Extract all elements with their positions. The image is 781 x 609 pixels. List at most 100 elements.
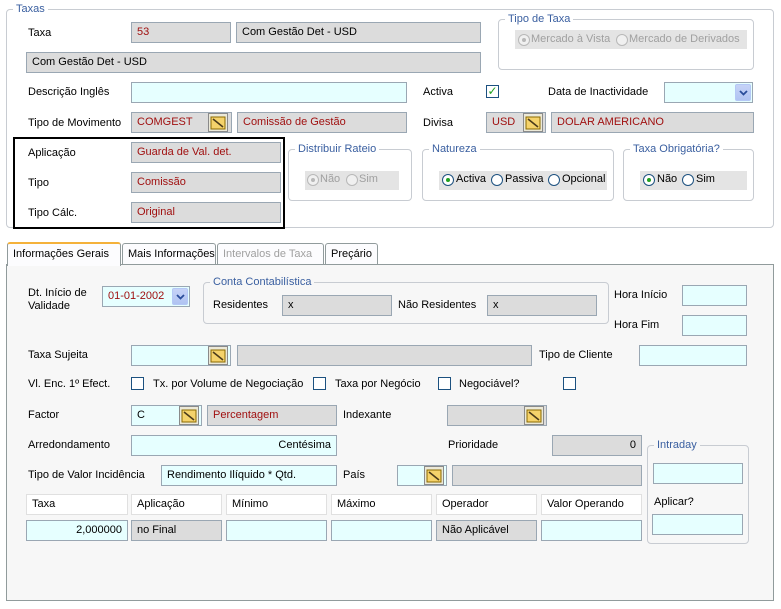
tab-precario[interactable]: Preçário <box>325 243 378 265</box>
divisa-desc-field[interactable]: DOLAR AMERICANO <box>551 112 754 133</box>
indexante-label: Indexante <box>343 409 392 421</box>
pais-lookup-button[interactable] <box>424 466 444 485</box>
hora-fim-label: Hora Fim <box>614 319 660 331</box>
arredondamento-label: Arredondamento <box>28 439 110 451</box>
natureza-passiva-label: Passiva <box>505 173 544 185</box>
grid-taxa-field[interactable]: 2,000000 <box>26 520 128 541</box>
tipo-taxa-mercado-derivados-label: Mercado de Derivados <box>629 33 740 45</box>
natureza-activa-label: Activa <box>456 173 486 185</box>
tab-informacoes-gerais[interactable]: Informações Gerais <box>7 242 121 266</box>
lookup-icon <box>426 469 442 482</box>
grid-header-maximo: Máximo <box>331 494 432 515</box>
divisa-lookup-button[interactable] <box>523 113 543 132</box>
taxa-description-field[interactable]: Com Gestão Det - USD <box>26 52 481 73</box>
distribuir-rateio-nao-radio[interactable] <box>307 174 319 186</box>
distribuir-rateio-sim-label: Sim <box>359 173 378 185</box>
pais-desc-field[interactable] <box>452 465 642 486</box>
indexante-lookup-button[interactable] <box>524 406 544 425</box>
natureza-passiva-radio[interactable] <box>491 174 503 186</box>
tipo-taxa-mercado-derivados-radio[interactable] <box>616 34 628 46</box>
residentes-field[interactable]: x <box>282 295 392 316</box>
grid-minimo-field[interactable] <box>226 520 327 541</box>
tipo-field[interactable]: Comissão <box>131 172 281 193</box>
aplicar-label: Aplicar? <box>654 496 694 508</box>
nao-residentes-field[interactable]: x <box>487 295 597 316</box>
grid-header-minimo: Mínimo <box>226 494 327 515</box>
taxa-sujeita-lookup-button[interactable] <box>208 346 228 365</box>
factor-lookup-button[interactable] <box>179 406 199 425</box>
tipo-cliente-label: Tipo de Cliente <box>539 349 613 361</box>
conta-contabilistica-legend: Conta Contabilística <box>213 276 312 288</box>
hora-inicio-label: Hora Início <box>614 289 668 301</box>
tipo-label: Tipo <box>28 177 49 189</box>
hora-inicio-field[interactable] <box>682 285 747 306</box>
natureza-opcional-label: Opcional <box>562 173 606 185</box>
taxa-sujeita-desc-field[interactable] <box>237 345 532 366</box>
intraday-legend: Intraday <box>657 439 697 451</box>
tipo-taxa-legend: Tipo de Taxa <box>508 13 571 25</box>
factor-desc-field[interactable]: Percentagem <box>207 405 337 426</box>
taxa-obrigatoria-nao-label: Não <box>657 173 678 185</box>
tipo-valor-incidencia-field[interactable]: Rendimento Ilíquido * Qtd. <box>161 465 337 486</box>
aplicar-field[interactable] <box>652 514 743 535</box>
negociavel-checkbox[interactable] <box>563 377 576 390</box>
factor-label: Factor <box>28 409 60 421</box>
taxa-obrigatoria-nao-radio[interactable] <box>643 174 655 186</box>
nao-residentes-label: Não Residentes <box>398 299 477 311</box>
hora-fim-field[interactable] <box>682 315 747 336</box>
tipo-movimento-desc-field[interactable]: Comissão de Gestão <box>237 112 407 133</box>
tipo-cliente-field[interactable] <box>639 345 747 366</box>
tipo-taxa-mercado-vista-label: Mercado à Vista <box>531 33 611 45</box>
taxa-sujeita-label: Taxa Sujeita <box>28 349 88 361</box>
lookup-icon <box>525 116 541 129</box>
taxa-negocio-checkbox[interactable] <box>438 377 451 390</box>
dt-inicio-dropdown-button[interactable] <box>172 288 188 305</box>
taxas-legend: Taxas <box>16 3 45 15</box>
grid-aplicacao-field[interactable]: no Final <box>131 520 222 541</box>
grid-header-operador: Operador <box>436 494 537 515</box>
distribuir-rateio-sim-radio[interactable] <box>346 174 358 186</box>
lookup-icon <box>526 409 542 422</box>
residentes-label: Residentes <box>213 299 269 311</box>
tab-intervalos-de-taxa[interactable]: Intervalos de Taxa <box>217 243 324 265</box>
distribuir-rateio-nao-label: Não <box>320 173 341 185</box>
grid-maximo-field[interactable] <box>331 520 432 541</box>
data-inactividade-dropdown-button[interactable] <box>735 84 751 101</box>
arredondamento-field[interactable]: Centésima <box>131 435 337 456</box>
tipo-movimento-label: Tipo de Movimento <box>28 117 122 129</box>
taxa-label: Taxa <box>28 27 52 39</box>
grid-valor-operando-field[interactable] <box>541 520 642 541</box>
grid-header-aplicacao: Aplicação <box>131 494 222 515</box>
tipo-movimento-lookup-button[interactable] <box>208 113 228 132</box>
tx-volume-checkbox[interactable] <box>313 377 326 390</box>
intraday-field[interactable] <box>653 463 743 484</box>
natureza-activa-radio[interactable] <box>442 174 454 186</box>
lookup-icon <box>181 409 197 422</box>
vl-enc-label: Vl. Enc. 1º Efect. <box>28 378 111 390</box>
chevron-down-icon <box>175 293 185 300</box>
distribuir-rateio-legend: Distribuir Rateio <box>298 143 377 155</box>
prioridade-label: Prioridade <box>448 439 499 451</box>
taxa-code-field[interactable]: 53 <box>131 22 231 43</box>
grid-operador-field[interactable]: Não Aplicável <box>436 520 537 541</box>
taxa-obrigatoria-sim-label: Sim <box>696 173 715 185</box>
taxa-negocio-label: Taxa por Negócio <box>335 378 421 390</box>
tab-mais-informacoes[interactable]: Mais Informações <box>122 243 216 265</box>
tipo-calc-label: Tipo Cálc. <box>28 207 78 219</box>
dt-inicio-label: Dt. Início de Validade <box>28 287 87 312</box>
taxa-obrigatoria-sim-radio[interactable] <box>682 174 694 186</box>
descricao-ingles-label: Descrição Inglês <box>28 86 110 98</box>
lookup-icon <box>210 349 226 362</box>
activa-checkbox[interactable]: ✓ <box>486 85 499 98</box>
grid-header-taxa: Taxa <box>26 494 128 515</box>
taxa-name-field[interactable]: Com Gestão Det - USD <box>236 22 481 43</box>
descricao-ingles-field[interactable] <box>131 82 407 103</box>
tipo-calc-field[interactable]: Original <box>131 202 281 223</box>
prioridade-field[interactable]: 0 <box>552 435 642 456</box>
chevron-down-icon <box>738 89 748 96</box>
tipo-taxa-mercado-vista-radio[interactable] <box>518 34 530 46</box>
aplicacao-field[interactable]: Guarda de Val. det. <box>131 142 281 163</box>
divisa-label: Divisa <box>423 117 453 129</box>
natureza-opcional-radio[interactable] <box>548 174 560 186</box>
vl-enc-checkbox[interactable] <box>131 377 144 390</box>
